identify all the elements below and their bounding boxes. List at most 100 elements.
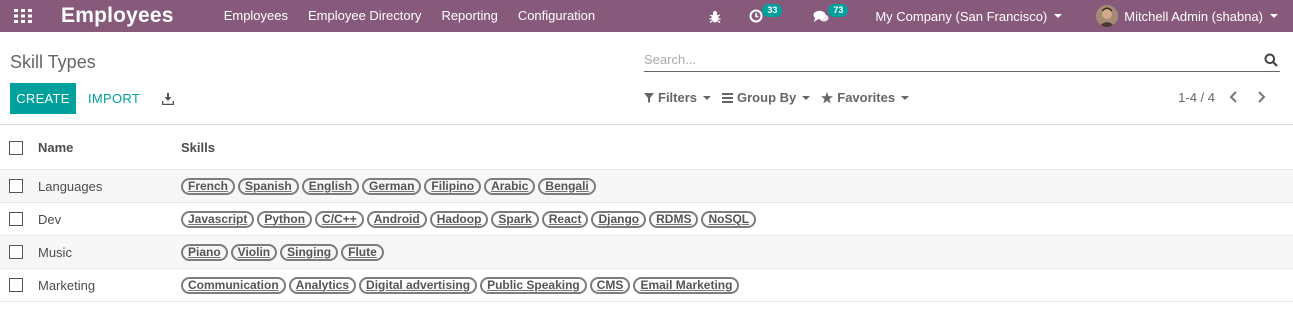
menu-item-configuration[interactable]: Configuration	[508, 0, 605, 32]
skill-tag: Email Marketing	[633, 276, 740, 294]
favorites-label: Favorites	[837, 90, 896, 105]
table-row[interactable]: Dev Javascript Python C/C++ Android Hadoop Spa…	[0, 203, 1293, 236]
filter-icon	[644, 92, 654, 103]
filters-dropdown[interactable]: Filters	[644, 90, 712, 105]
star-icon	[821, 91, 834, 103]
user-menu[interactable]: Mitchell Admin (shabna)	[1086, 0, 1293, 32]
search-bar	[644, 48, 1280, 72]
skill-tag: Filipino	[424, 177, 482, 195]
row-checkbox-cell	[0, 179, 38, 193]
menu-item-employees[interactable]: Employees	[214, 0, 298, 32]
skill-tag: Analytics	[288, 276, 357, 294]
skill-tag: Arabic	[484, 177, 536, 195]
debug-button[interactable]	[699, 0, 739, 32]
breadcrumb: Skill Types	[10, 52, 96, 72]
skill-types-list: Name Skills Languages French Spanish Englis…	[0, 126, 1293, 302]
skill-tag: English	[301, 177, 360, 195]
skill-tag: German	[362, 177, 422, 195]
main-menu: Employees Employee Directory Reporting C…	[214, 0, 605, 32]
skill-tag: Communication	[181, 276, 286, 294]
import-button[interactable]: IMPORT	[81, 83, 147, 114]
create-button[interactable]: CREATE	[10, 83, 76, 114]
pager-value[interactable]: 1-4 / 4	[1178, 90, 1215, 105]
skill-tag: Bengali	[538, 177, 596, 195]
groupby-label: Group By	[737, 90, 797, 105]
chevron-down-icon	[1054, 14, 1063, 18]
activity-count-badge: 33	[762, 4, 783, 17]
skill-tag: Python	[257, 210, 313, 228]
messages-count-badge: 73	[828, 4, 849, 17]
row-name: Dev	[38, 211, 62, 227]
row-checkbox-cell	[0, 212, 38, 226]
skill-tag: Django	[591, 210, 647, 228]
chevron-left-icon[interactable]	[1229, 91, 1239, 103]
skill-tag: Public Speaking	[480, 276, 587, 294]
chevron-down-icon	[802, 95, 811, 100]
control-panel: Skill Types CREATE IMPORT Filters Grou	[0, 32, 1293, 125]
row-checkbox[interactable]	[9, 212, 23, 226]
table-row[interactable]: Marketing Communication Analytics Digital a…	[0, 269, 1293, 302]
skill-tag: Javascript	[181, 210, 255, 228]
skill-tag: Flute	[341, 243, 384, 261]
messages-button[interactable]: 73	[803, 0, 865, 32]
table-row[interactable]: Languages French Spanish English German Filip…	[0, 170, 1293, 203]
row-name: Music	[38, 244, 72, 260]
list-icon	[722, 92, 734, 103]
chevron-down-icon	[703, 95, 712, 100]
systray: 33 73 My Company (San Francisco) Mitchel…	[699, 0, 1293, 32]
search-options: Filters Group By Favorites	[644, 90, 920, 105]
chevron-right-icon[interactable]	[1256, 91, 1266, 103]
favorites-dropdown[interactable]: Favorites	[821, 90, 910, 105]
skill-tag: Singing	[280, 243, 339, 261]
menu-item-employee-directory[interactable]: Employee Directory	[298, 0, 431, 32]
skill-tag: React	[541, 210, 589, 228]
search-icon[interactable]	[1264, 53, 1278, 67]
search-input[interactable]	[644, 52, 1244, 67]
app-title[interactable]: Employees	[61, 4, 174, 28]
user-name: Mitchell Admin (shabna)	[1124, 8, 1263, 24]
skill-tag: Spark	[491, 210, 539, 228]
download-icon	[162, 93, 174, 105]
skill-tag: RDMS	[649, 210, 699, 228]
select-all-checkbox[interactable]	[9, 140, 23, 155]
skill-tag: Android	[366, 210, 427, 228]
chat-icon	[813, 10, 829, 22]
row-skills: Javascript Python C/C++ Android Hadoop Spark R…	[181, 210, 759, 228]
select-all-cell	[0, 140, 38, 155]
chevron-down-icon	[901, 95, 910, 100]
skill-tag: Digital advertising	[359, 276, 478, 294]
column-header-name[interactable]: Name	[38, 140, 181, 155]
avatar	[1096, 5, 1119, 27]
row-skills: Communication Analytics Digital advertisin…	[181, 276, 742, 294]
row-checkbox-cell	[0, 278, 38, 292]
menu-item-reporting[interactable]: Reporting	[431, 0, 507, 32]
row-name: Marketing	[38, 277, 96, 293]
clock-icon	[749, 9, 763, 23]
table-row[interactable]: Music Piano Violin Singing Flute	[0, 236, 1293, 269]
list-header: Name Skills	[0, 126, 1293, 170]
skill-tag: C/C++	[315, 210, 364, 228]
list-body: Languages French Spanish English German Filip…	[0, 170, 1293, 302]
row-skills: Piano Violin Singing Flute	[181, 243, 387, 261]
groupby-dropdown[interactable]: Group By	[722, 90, 811, 105]
skill-tag: NoSQL	[701, 210, 757, 228]
skill-tag: Spanish	[238, 177, 299, 195]
skill-tag: French	[181, 177, 236, 195]
skill-tag: CMS	[589, 276, 631, 294]
row-checkbox[interactable]	[9, 245, 23, 259]
activity-button[interactable]: 33	[739, 0, 803, 32]
chevron-down-icon	[1270, 14, 1278, 18]
row-checkbox[interactable]	[9, 179, 23, 193]
row-checkbox[interactable]	[9, 278, 23, 292]
export-button[interactable]	[158, 89, 178, 109]
company-switcher[interactable]: My Company (San Francisco)	[865, 0, 1086, 32]
top-navbar: Employees Employees Employee Directory R…	[0, 0, 1293, 32]
row-name: Languages	[38, 178, 103, 194]
filters-label: Filters	[658, 90, 698, 105]
skill-tag: Violin	[230, 243, 278, 261]
row-checkbox-cell	[0, 245, 38, 259]
apps-menu-icon[interactable]	[0, 0, 46, 32]
skill-tag: Hadoop	[429, 210, 489, 228]
skill-tag: Piano	[181, 243, 228, 261]
column-header-skills[interactable]: Skills	[181, 140, 215, 155]
